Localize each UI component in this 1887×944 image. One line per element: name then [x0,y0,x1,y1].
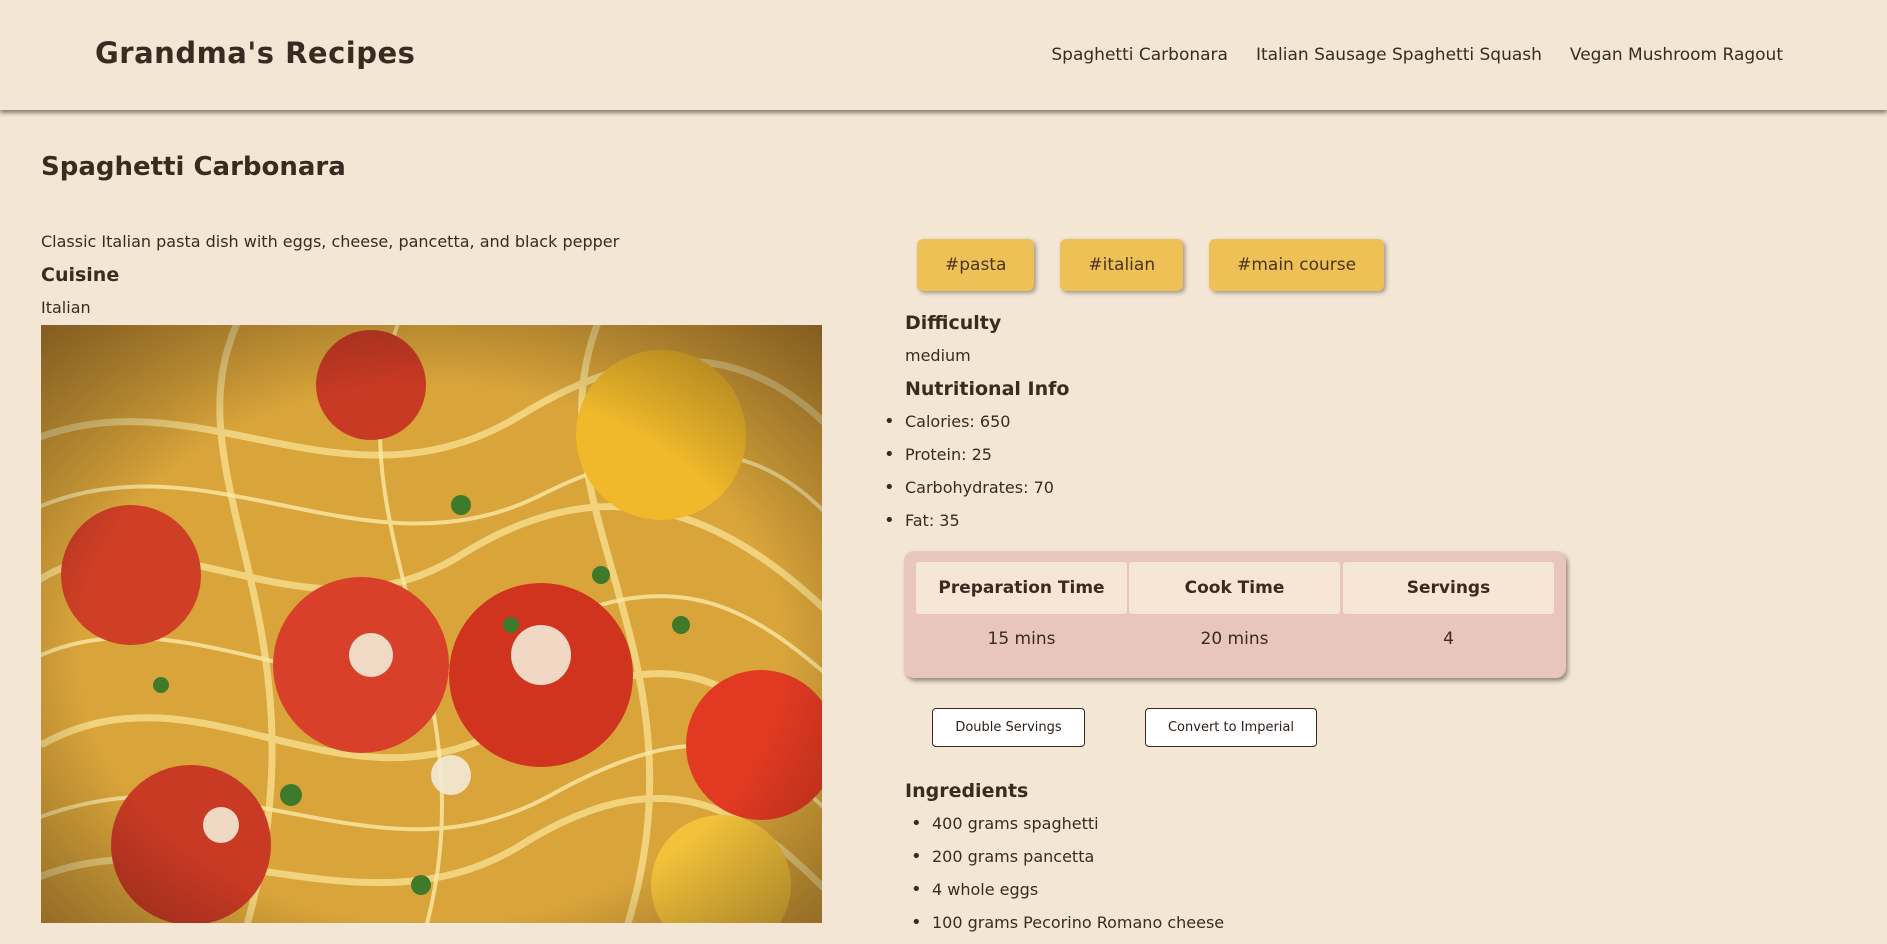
tag-pasta[interactable]: #pasta [917,239,1035,291]
double-servings-button[interactable]: Double Servings [932,708,1085,747]
ingredient-item: 400 grams spaghetti [911,812,1224,845]
cuisine-heading: Cuisine [41,264,120,286]
nutrition-list: Calories: 650 Protein: 25 Carbohydrates:… [884,410,1054,542]
nutrition-heading: Nutritional Info [905,378,1070,400]
recipe-stats-panel: Preparation Time Cook Time Servings 15 m… [904,551,1566,678]
recipe-photo [41,325,822,923]
tag-list: #pasta #italian #main course [917,239,1385,291]
convert-imperial-button[interactable]: Convert to Imperial [1145,708,1317,747]
servings-value: 4 [1443,629,1454,649]
recipe-description: Classic Italian pasta dish with eggs, ch… [41,232,620,251]
site-header: Grandma's Recipes Spaghetti Carbonara It… [0,0,1887,110]
site-logo[interactable]: Grandma's Recipes [95,36,415,70]
prep-time-value: 15 mins [987,629,1056,649]
ingredients-list: 400 grams spaghetti 200 grams pancetta 4… [911,812,1224,944]
servings-header: Servings [1343,562,1554,614]
ingredient-item: 100 grams Pecorino Romano cheese [911,911,1224,944]
nav-link-italian-sausage-spaghetti-squash[interactable]: Italian Sausage Spaghetti Squash [1256,45,1542,65]
difficulty-value: medium [905,346,971,365]
nav-link-spaghetti-carbonara[interactable]: Spaghetti Carbonara [1051,45,1228,65]
cook-time-value: 20 mins [1200,629,1269,649]
main-nav: Spaghetti Carbonara Italian Sausage Spag… [1051,45,1783,65]
recipe-title: Spaghetti Carbonara [41,152,346,182]
nutrition-item-carbohydrates: Carbohydrates: 70 [884,476,1054,509]
difficulty-heading: Difficulty [905,312,1002,334]
prep-time-header: Preparation Time [916,562,1127,614]
nutrition-item-fat: Fat: 35 [884,509,1054,542]
ingredient-item: 4 whole eggs [911,878,1224,911]
tag-italian[interactable]: #italian [1060,239,1184,291]
nutrition-item-protein: Protein: 25 [884,443,1054,476]
ingredient-item: 200 grams pancetta [911,845,1224,878]
tag-main-course[interactable]: #main course [1209,239,1385,291]
nutrition-item-calories: Calories: 650 [884,410,1054,443]
ingredients-heading: Ingredients [905,780,1029,802]
cook-time-header: Cook Time [1129,562,1340,614]
cuisine-value: Italian [41,298,91,317]
nav-link-vegan-mushroom-ragout[interactable]: Vegan Mushroom Ragout [1570,45,1783,65]
